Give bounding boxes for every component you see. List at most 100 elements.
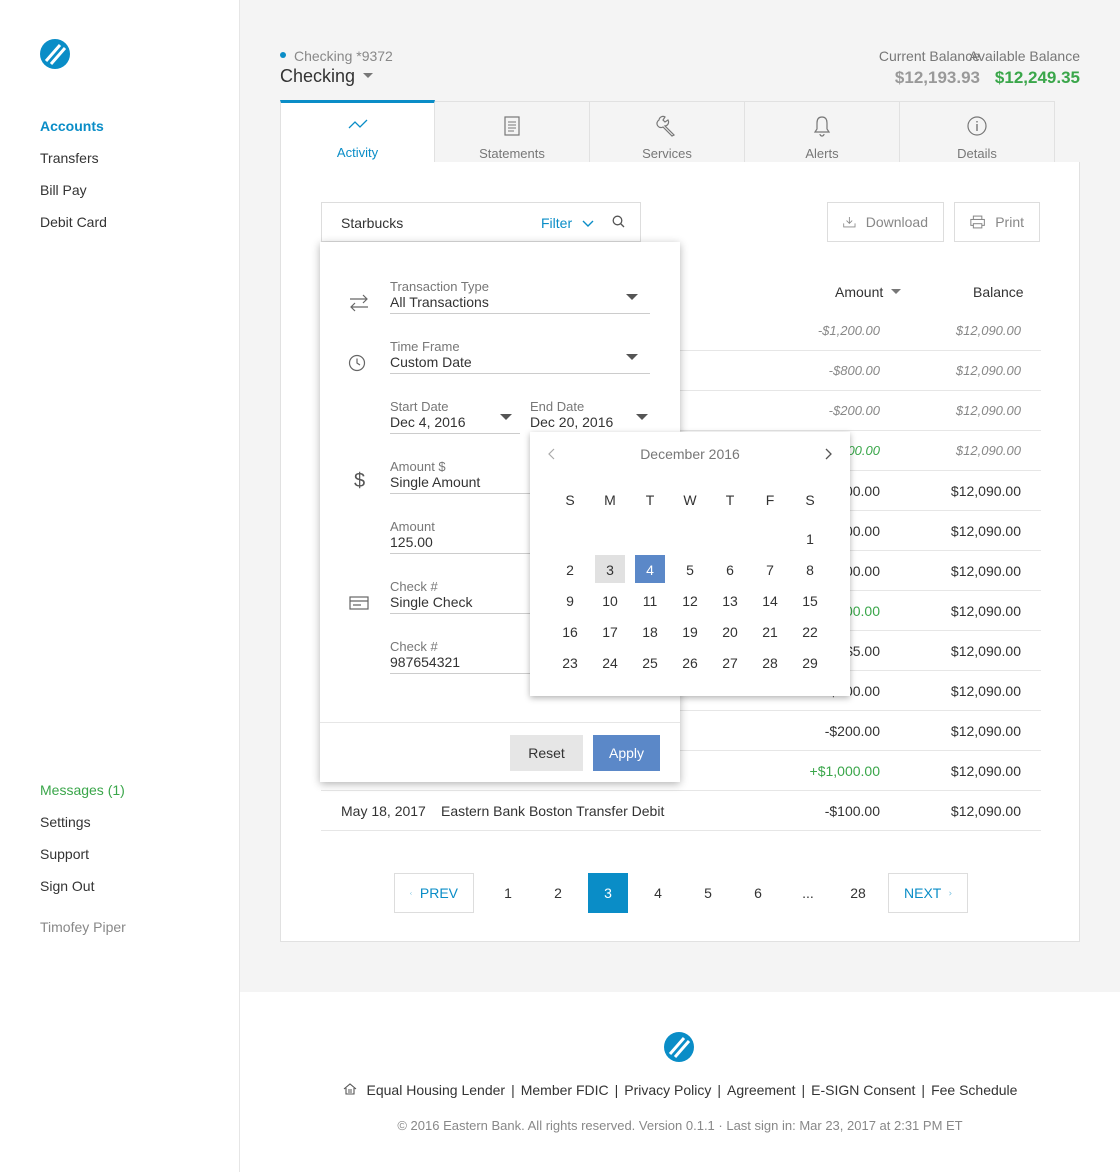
table-row[interactable]: May 18, 2017 Eastern Bank Boston Transfer… (321, 791, 1041, 831)
tab-services[interactable]: Services (590, 101, 745, 163)
footer-link[interactable]: Equal Housing Lender (367, 1082, 506, 1098)
calendar-day[interactable]: 8 (790, 554, 830, 585)
row-balance: $12,090.00 (955, 443, 1021, 458)
calendar-day[interactable]: 24 (590, 647, 630, 678)
calendar-day[interactable]: 1 (790, 523, 830, 554)
nav-accounts[interactable]: Accounts (40, 118, 107, 150)
nav-sign-out[interactable]: Sign Out (40, 878, 125, 910)
tab-details-label: Details (957, 146, 997, 161)
calendar-day[interactable]: 5 (670, 554, 710, 585)
calendar-day[interactable]: 20 (710, 616, 750, 647)
row-balance: $12,090.00 (950, 603, 1021, 619)
page-number[interactable]: 28 (838, 873, 878, 913)
weekday-label: S (565, 492, 575, 508)
secondary-nav: Messages (1) Settings Support Sign Out (40, 782, 125, 910)
row-balance: $12,090.00 (950, 803, 1021, 819)
calendar-day[interactable]: 16 (550, 616, 590, 647)
available-balance-label: Available Balance (968, 48, 1080, 64)
reset-button[interactable]: Reset (510, 735, 583, 771)
chevron-right-icon[interactable] (824, 448, 832, 460)
calendar-day[interactable]: 4 (630, 554, 670, 585)
row-balance: $12,090.00 (950, 563, 1021, 579)
transaction-type-select[interactable]: Transaction Type All Transactions (390, 280, 650, 314)
calendar-day[interactable]: 28 (750, 647, 790, 678)
calendar-day[interactable]: 3 (590, 554, 630, 585)
end-date-select[interactable]: End Date Dec 20, 2016 (530, 400, 650, 434)
eastern-bank-logo-icon[interactable] (40, 39, 70, 69)
calendar-day[interactable]: 26 (670, 647, 710, 678)
swap-arrows-icon (350, 294, 368, 312)
calendar-day[interactable]: 25 (630, 647, 670, 678)
page-number[interactable]: 3 (588, 873, 628, 913)
page-number[interactable]: 4 (638, 873, 678, 913)
footer-link[interactable]: E-SIGN Consent (811, 1082, 915, 1098)
prev-page-button[interactable]: PREV (394, 873, 474, 913)
calendar-day[interactable]: 27 (710, 647, 750, 678)
calendar-day[interactable]: 21 (750, 616, 790, 647)
calendar-day[interactable]: 7 (750, 554, 790, 585)
print-button[interactable]: Print (954, 202, 1040, 242)
search-query[interactable]: Starbucks (341, 215, 403, 231)
nav-bill-pay[interactable]: Bill Pay (40, 182, 107, 214)
account-selector[interactable]: Checking (280, 66, 374, 87)
calendar-day[interactable]: 23 (550, 647, 590, 678)
calendar-day[interactable]: 12 (670, 585, 710, 616)
row-balance: $12,090.00 (950, 683, 1021, 699)
tab-activity-label: Activity (336, 145, 379, 160)
time-frame-value: Custom Date (390, 354, 472, 370)
calendar-day[interactable]: 18 (630, 616, 670, 647)
tab-alerts-label: Alerts (805, 146, 839, 161)
page-number[interactable]: 6 (738, 873, 778, 913)
calendar-day[interactable]: 17 (590, 616, 630, 647)
calendar-day[interactable]: 13 (710, 585, 750, 616)
footer-link[interactable]: Agreement (727, 1082, 795, 1098)
calendar-day[interactable]: 6 (710, 554, 750, 585)
activity-icon (348, 119, 367, 129)
page-number[interactable]: 2 (538, 873, 578, 913)
amount-column-header[interactable]: Amount (835, 284, 902, 300)
dollar-icon: $ (354, 470, 366, 492)
nav-support[interactable]: Support (40, 846, 125, 878)
link-separator: | (717, 1082, 722, 1098)
caret-down-icon (363, 72, 374, 78)
nav-transfers[interactable]: Transfers (40, 150, 107, 182)
weekday-label: F (765, 492, 775, 508)
next-page-button[interactable]: NEXT (888, 873, 968, 913)
apply-button[interactable]: Apply (593, 735, 660, 771)
nav-settings[interactable]: Settings (40, 814, 125, 846)
time-frame-select[interactable]: Time Frame Custom Date (390, 340, 650, 374)
download-button[interactable]: Download (827, 202, 944, 242)
calendar-empty-cell (710, 523, 750, 554)
next-label: NEXT (904, 885, 942, 901)
calendar-day[interactable]: 14 (750, 585, 790, 616)
footer-link[interactable]: Privacy Policy (624, 1082, 711, 1098)
tab-activity[interactable]: Activity (280, 100, 435, 163)
nav-debit-card[interactable]: Debit Card (40, 214, 107, 246)
calendar-day[interactable]: 2 (550, 554, 590, 585)
calendar-day[interactable]: 29 (790, 647, 830, 678)
search-bar[interactable]: Starbucks Filter (321, 202, 641, 242)
row-balance: $12,090.00 (955, 323, 1021, 338)
tab-statements[interactable]: Statements (435, 101, 590, 163)
filter-toggle[interactable]: Filter (541, 215, 594, 231)
search-icon[interactable] (612, 215, 625, 228)
start-date-label: Start Date (390, 399, 449, 414)
calendar-day[interactable]: 9 (550, 585, 590, 616)
page-number: ... (802, 885, 814, 901)
nav-messages[interactable]: Messages (1) (40, 782, 125, 814)
page-number[interactable]: 5 (688, 873, 728, 913)
footer-link[interactable]: Member FDIC (521, 1082, 609, 1098)
tab-alerts[interactable]: Alerts (745, 101, 900, 163)
calendar-day[interactable]: 19 (670, 616, 710, 647)
tab-details[interactable]: Details (900, 101, 1055, 163)
page-number[interactable]: 1 (488, 873, 528, 913)
calendar-day[interactable]: 15 (790, 585, 830, 616)
calendar-day[interactable]: 22 (790, 616, 830, 647)
footer-link[interactable]: Fee Schedule (931, 1082, 1017, 1098)
row-amount: +$1,000.00 (809, 763, 880, 779)
calendar-day[interactable]: 10 (590, 585, 630, 616)
page-numbers: 1 2 3 4 5 6... 28 (488, 873, 888, 913)
weekday-label: S (805, 492, 815, 508)
calendar-day[interactable]: 11 (630, 585, 670, 616)
start-date-select[interactable]: Start Date Dec 4, 2016 (390, 400, 520, 434)
